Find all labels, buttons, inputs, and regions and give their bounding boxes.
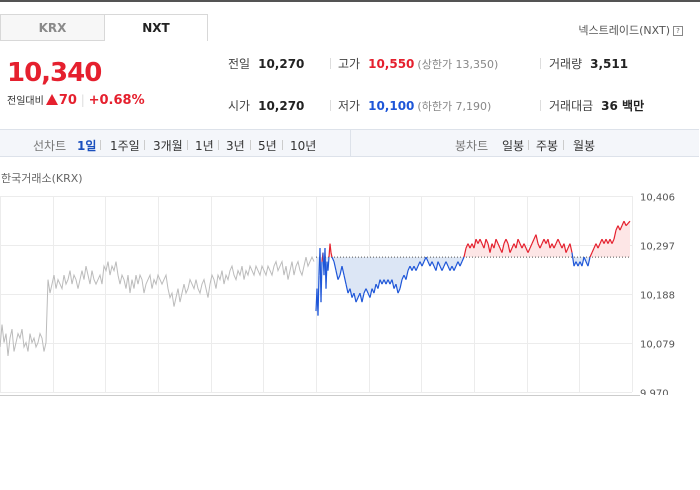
option-separator bbox=[218, 140, 219, 150]
down-area-fill bbox=[316, 257, 630, 316]
option-separator bbox=[144, 140, 145, 150]
open-label: 시가 bbox=[228, 99, 251, 113]
low-value: 10,100 bbox=[368, 99, 415, 113]
option-separator bbox=[528, 140, 529, 150]
line-chart-label: 선차트 bbox=[33, 139, 67, 153]
y-tick-label: 10,297 bbox=[640, 242, 675, 253]
exchange-link[interactable]: 넥스트레이드(NXT)? bbox=[578, 22, 683, 38]
option-separator bbox=[282, 140, 283, 150]
tab-nxt[interactable]: NXT bbox=[104, 14, 208, 41]
lower-limit: (하한가 7,190) bbox=[417, 100, 492, 113]
high-label: 고가 bbox=[338, 57, 361, 71]
candle-daily[interactable]: 일봉 bbox=[502, 137, 524, 154]
divider bbox=[540, 100, 541, 111]
divider bbox=[330, 100, 331, 111]
divider bbox=[540, 58, 541, 69]
high-value: 10,550 bbox=[368, 57, 415, 71]
period-3y[interactable]: 3년 bbox=[226, 137, 245, 154]
amount-value: 36 백만 bbox=[601, 99, 645, 113]
change-label: 전일대비 bbox=[7, 96, 44, 107]
low-label: 저가 bbox=[338, 99, 361, 113]
help-icon[interactable]: ? bbox=[673, 26, 683, 36]
top-border bbox=[0, 0, 700, 2]
y-tick-label: 10,079 bbox=[640, 340, 675, 351]
high-price: 고가 10,550 (상한가 13,350) bbox=[338, 55, 498, 72]
price-chart: 10,406 10,297 10,188 10,079 9,970 bbox=[0, 193, 675, 396]
volume-label: 거래량 bbox=[549, 57, 583, 71]
upper-limit: (상한가 13,350) bbox=[417, 58, 499, 71]
tab-krx[interactable]: KRX bbox=[0, 14, 104, 40]
change-value: 70 bbox=[58, 93, 77, 108]
history-series-line bbox=[0, 255, 315, 357]
change-percent: +0.68% bbox=[88, 93, 145, 108]
period-1d[interactable]: 1일 bbox=[77, 137, 96, 154]
period-bar-divider bbox=[350, 130, 351, 157]
prev-close-label: 전일 bbox=[228, 57, 251, 71]
y-tick-label: 10,188 bbox=[640, 291, 675, 302]
candle-monthly[interactable]: 월봉 bbox=[573, 137, 595, 154]
open-price: 시가 10,270 bbox=[228, 97, 304, 114]
up-area-fill bbox=[316, 221, 630, 258]
period-1w[interactable]: 1주일 bbox=[110, 137, 140, 154]
period-5y[interactable]: 5년 bbox=[258, 137, 277, 154]
chart-bottom-border bbox=[0, 395, 640, 396]
option-separator bbox=[187, 140, 188, 150]
option-separator bbox=[250, 140, 251, 150]
prev-close: 전일 10,270 bbox=[228, 55, 304, 72]
candle-chart-label: 봉차트 bbox=[455, 139, 489, 153]
candle-weekly[interactable]: 주봉 bbox=[536, 137, 558, 154]
period-3m[interactable]: 3개월 bbox=[153, 137, 183, 154]
open-value: 10,270 bbox=[258, 99, 305, 113]
low-price: 저가 10,100 (하한가 7,190) bbox=[338, 97, 491, 114]
period-bar: 선차트 1일 1주일 3개월 1년 3년 5년 10년 봉차트 일봉 주봉 월봉 bbox=[0, 129, 699, 157]
volume: 거래량 3,511 bbox=[549, 55, 628, 72]
up-triangle-icon bbox=[45, 94, 58, 105]
trade-amount: 거래대금 36 백만 bbox=[549, 97, 644, 114]
period-1y[interactable]: 1년 bbox=[195, 137, 214, 154]
option-separator bbox=[563, 140, 564, 150]
change-separator: | bbox=[80, 93, 85, 107]
amount-label: 거래대금 bbox=[549, 99, 594, 113]
option-separator bbox=[100, 140, 101, 150]
prev-close-value: 10,270 bbox=[258, 57, 305, 71]
tabs-divider bbox=[0, 40, 104, 41]
volume-value: 3,511 bbox=[590, 57, 629, 71]
price-change: 전일대비 70 | +0.68% bbox=[7, 92, 145, 108]
period-10y[interactable]: 10년 bbox=[290, 137, 316, 154]
y-tick-label: 10,406 bbox=[640, 193, 675, 204]
y-tick-label: 9,970 bbox=[640, 389, 669, 396]
exchange-link-label: 넥스트레이드(NXT) bbox=[578, 24, 670, 37]
current-price: 10,340 bbox=[7, 58, 102, 88]
divider bbox=[330, 58, 331, 69]
